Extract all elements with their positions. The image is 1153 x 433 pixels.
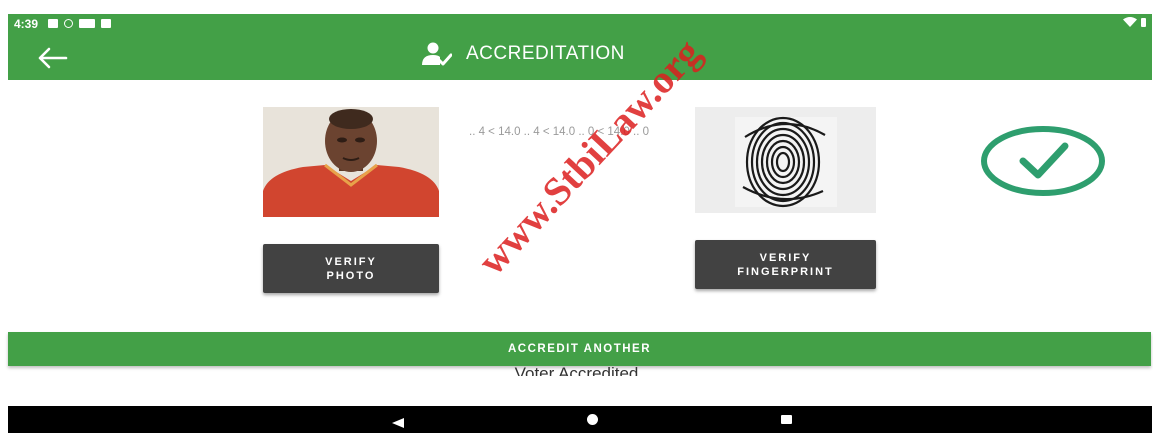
verify-photo-label-line2: PHOTO — [326, 269, 376, 282]
app-notification-icon — [79, 19, 95, 28]
verify-fingerprint-label-line1: VERIFY — [759, 251, 812, 264]
scan-readout: .. 4 < 14.0 .. 4 < 14.0 .. 0 < 14.0 .. 0 — [469, 126, 649, 138]
status-time: 4:39 — [14, 17, 39, 31]
back-button[interactable] — [34, 44, 74, 72]
status-bar: 4:39 — [8, 14, 1152, 36]
status-system-icons — [1123, 17, 1146, 27]
accredit-another-button[interactable]: ACCREDIT ANOTHER — [8, 332, 1151, 366]
verify-fingerprint-label-line2: FINGERPRINT — [737, 265, 834, 278]
sim-notification-icon — [101, 19, 111, 28]
arrow-left-icon — [38, 47, 68, 69]
user-check-icon — [422, 42, 452, 66]
nav-home-icon[interactable] — [587, 414, 598, 425]
app-title-group: ACCREDITATION — [420, 41, 625, 67]
wifi-icon — [1123, 17, 1137, 27]
app-bar: ACCREDITATION — [8, 36, 1152, 80]
verify-photo-label-line1: VERIFY — [325, 255, 377, 268]
voter-photo-image — [263, 107, 439, 217]
check-circle-icon — [980, 126, 1106, 196]
nav-back-icon[interactable] — [392, 415, 404, 433]
fingerprint-icon — [735, 116, 837, 208]
battery-icon — [1141, 17, 1146, 27]
accreditation-status-message: Voter Accredited — [0, 366, 1153, 376]
verify-fingerprint-button[interactable]: VERIFY FINGERPRINT — [695, 240, 876, 289]
fingerprint-scan — [695, 107, 876, 213]
alert-notification-icon — [64, 19, 73, 28]
nav-recent-icon[interactable] — [781, 415, 792, 424]
verify-photo-button[interactable]: VERIFY PHOTO — [263, 244, 439, 293]
image-notification-icon — [48, 19, 58, 28]
system-nav-bar — [8, 406, 1152, 433]
page-title: ACCREDITATION — [466, 43, 625, 64]
status-notification-icons — [48, 19, 111, 28]
voter-photo — [263, 107, 439, 217]
status-message-text: Voter Accredited — [514, 366, 639, 376]
